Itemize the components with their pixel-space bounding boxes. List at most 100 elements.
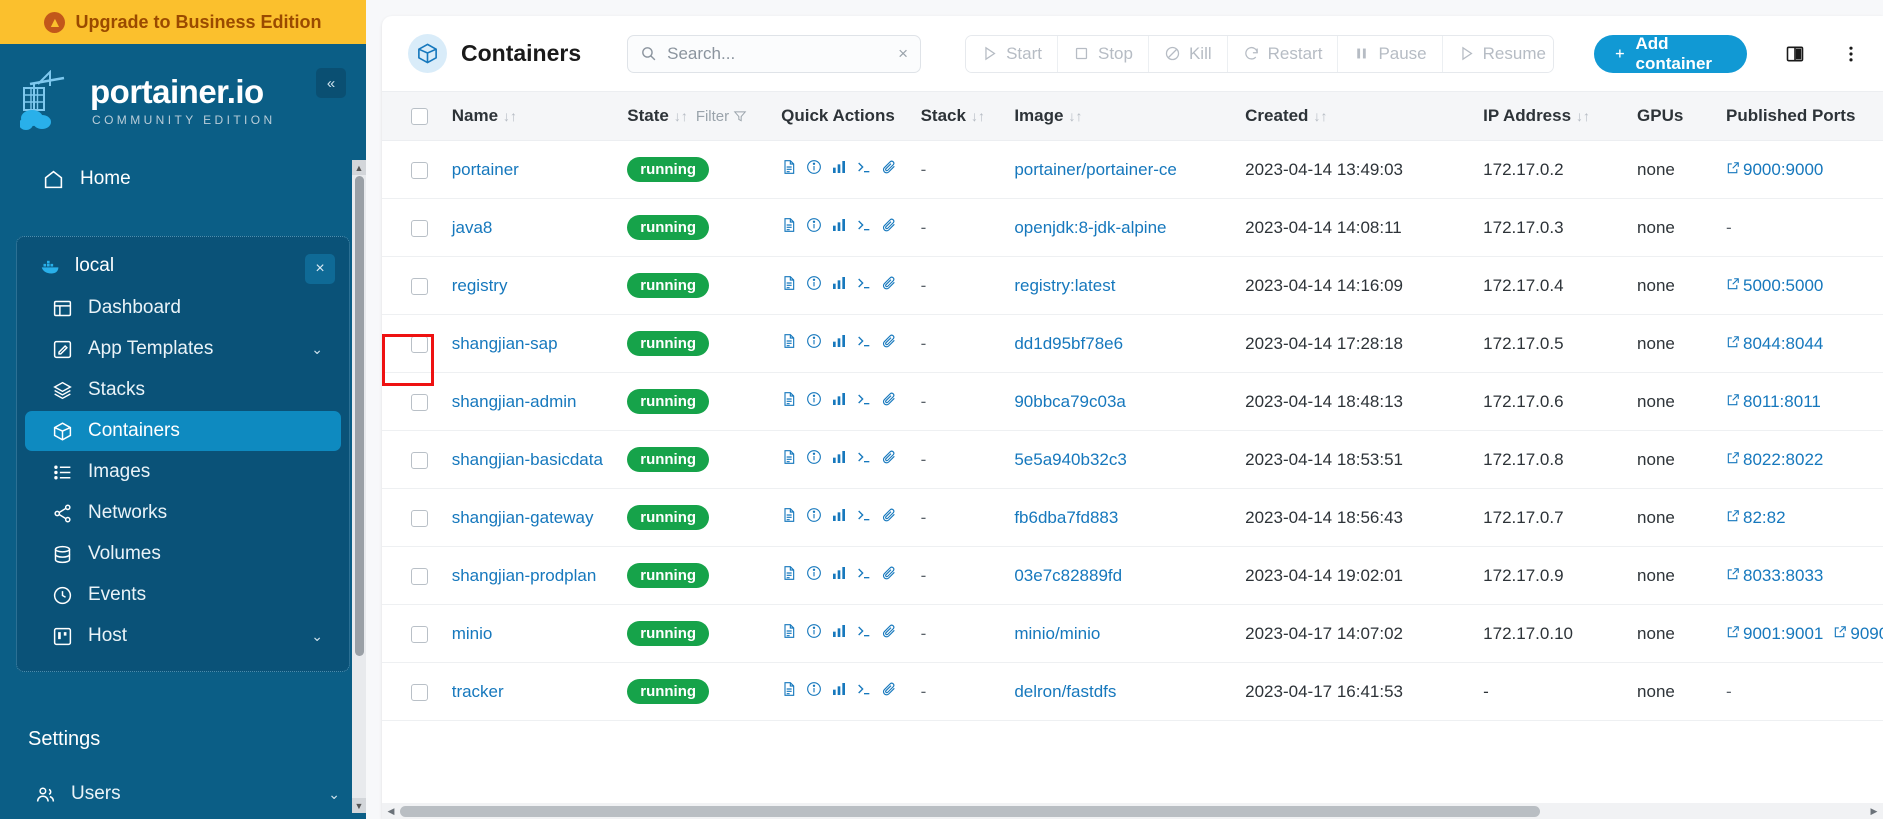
stats-icon[interactable] — [831, 507, 847, 528]
table-row[interactable]: trackerrunning-delron/fastdfs2023-04-17 … — [382, 663, 1883, 721]
attach-icon[interactable] — [881, 217, 897, 238]
select-all-checkbox[interactable] — [411, 108, 428, 125]
published-port-link[interactable]: 82:82 — [1726, 508, 1786, 528]
published-port-link[interactable]: 8033:8033 — [1726, 566, 1823, 586]
chevron-down-icon[interactable]: ⌄ — [311, 628, 323, 645]
image-link[interactable]: fb6dba7fd883 — [1014, 508, 1118, 527]
column-header-state[interactable]: State↓↑Filter — [627, 92, 781, 141]
row-checkbox[interactable] — [411, 162, 428, 179]
state-filter-label[interactable]: Filter — [696, 108, 729, 125]
column-header-name[interactable]: Name↓↑ — [452, 92, 628, 141]
published-port-link[interactable]: 8044:8044 — [1726, 334, 1823, 354]
filter-icon[interactable] — [733, 109, 747, 123]
logs-icon[interactable] — [781, 159, 797, 180]
sort-icon[interactable]: ↓↑ — [1068, 108, 1082, 124]
logs-icon[interactable] — [781, 565, 797, 586]
upgrade-banner[interactable]: ▲ Upgrade to Business Edition — [0, 0, 366, 44]
table-row[interactable]: portainerrunning-portainer/portainer-ce2… — [382, 141, 1883, 199]
published-port-link[interactable]: 9090:9090 — [1833, 624, 1883, 644]
scroll-up-arrow-icon[interactable]: ▲ — [352, 160, 366, 175]
stats-icon[interactable] — [831, 275, 847, 296]
table-row[interactable]: shangjian-prodplanrunning-03e7c82889fd20… — [382, 547, 1883, 605]
container-name-link[interactable]: shangjian-prodplan — [452, 566, 597, 585]
stats-icon[interactable] — [831, 391, 847, 412]
logs-icon[interactable] — [781, 507, 797, 528]
container-name-link[interactable]: registry — [452, 276, 508, 295]
stats-icon[interactable] — [831, 333, 847, 354]
container-name-link[interactable]: shangjian-admin — [452, 392, 577, 411]
inspect-icon[interactable] — [806, 275, 822, 296]
inspect-icon[interactable] — [806, 565, 822, 586]
row-checkbox[interactable] — [411, 452, 428, 469]
image-link[interactable]: 5e5a940b32c3 — [1014, 450, 1127, 469]
logs-icon[interactable] — [781, 391, 797, 412]
published-port-link[interactable]: 9000:9000 — [1726, 160, 1823, 180]
pause-button[interactable]: Pause — [1338, 36, 1442, 72]
sidebar-item-host[interactable]: Host ⌄ — [25, 616, 341, 656]
row-checkbox[interactable] — [411, 336, 428, 353]
inspect-icon[interactable] — [806, 623, 822, 644]
logs-icon[interactable] — [781, 681, 797, 702]
logs-icon[interactable] — [781, 333, 797, 354]
sidebar-item-users[interactable]: Users ⌄ — [8, 774, 358, 814]
console-icon[interactable] — [856, 449, 872, 470]
attach-icon[interactable] — [881, 159, 897, 180]
add-container-button[interactable]: Add container — [1594, 35, 1747, 73]
image-link[interactable]: registry:latest — [1014, 276, 1115, 295]
sidebar-item-home[interactable]: Home — [14, 158, 352, 200]
logs-icon[interactable] — [781, 217, 797, 238]
attach-icon[interactable] — [881, 565, 897, 586]
sidebar-scroll-thumb[interactable] — [355, 176, 364, 656]
search-input[interactable] — [667, 44, 888, 64]
sidebar-item-networks[interactable]: Networks — [25, 493, 341, 533]
kebab-menu-icon[interactable] — [1841, 44, 1861, 64]
console-icon[interactable] — [856, 217, 872, 238]
horizontal-scroll-thumb[interactable] — [400, 806, 1540, 817]
container-name-link[interactable]: shangjian-gateway — [452, 508, 594, 527]
column-header-image[interactable]: Image↓↑ — [1014, 92, 1245, 141]
container-name-link[interactable]: shangjian-sap — [452, 334, 558, 353]
scroll-down-arrow-icon[interactable]: ▼ — [352, 798, 366, 813]
published-port-link[interactable]: 5000:5000 — [1726, 276, 1823, 296]
scroll-right-arrow-icon[interactable]: ▶ — [1865, 803, 1883, 819]
inspect-icon[interactable] — [806, 507, 822, 528]
inspect-icon[interactable] — [806, 449, 822, 470]
environment-header[interactable]: local × — [17, 245, 349, 287]
console-icon[interactable] — [856, 333, 872, 354]
container-name-link[interactable]: portainer — [452, 160, 519, 179]
image-link[interactable]: openjdk:8-jdk-alpine — [1014, 218, 1166, 237]
sidebar-item-app-templates[interactable]: App Templates ⌄ — [25, 329, 341, 369]
console-icon[interactable] — [856, 507, 872, 528]
attach-icon[interactable] — [881, 333, 897, 354]
stats-icon[interactable] — [831, 217, 847, 238]
published-port-link[interactable]: 8011:8011 — [1726, 392, 1821, 412]
sort-icon[interactable]: ↓↑ — [1313, 108, 1327, 124]
sidebar-item-images[interactable]: Images — [25, 452, 341, 492]
inspect-icon[interactable] — [806, 159, 822, 180]
inspect-icon[interactable] — [806, 333, 822, 354]
sidebar-collapse-button[interactable]: « — [316, 68, 346, 98]
sidebar-scrollbar[interactable]: ▲ ▼ — [352, 160, 366, 813]
attach-icon[interactable] — [881, 391, 897, 412]
attach-icon[interactable] — [881, 623, 897, 644]
row-checkbox[interactable] — [411, 626, 428, 643]
console-icon[interactable] — [856, 623, 872, 644]
console-icon[interactable] — [856, 565, 872, 586]
stats-icon[interactable] — [831, 681, 847, 702]
console-icon[interactable] — [856, 681, 872, 702]
resume-button[interactable]: Resume — [1443, 36, 1554, 72]
attach-icon[interactable] — [881, 449, 897, 470]
row-checkbox[interactable] — [411, 510, 428, 527]
container-name-link[interactable]: java8 — [452, 218, 493, 237]
stats-icon[interactable] — [831, 449, 847, 470]
clear-search-button[interactable]: × — [898, 44, 908, 64]
attach-icon[interactable] — [881, 681, 897, 702]
chevron-down-icon[interactable]: ⌄ — [328, 786, 340, 803]
stats-icon[interactable] — [831, 159, 847, 180]
console-icon[interactable] — [856, 159, 872, 180]
sort-icon[interactable]: ↓↑ — [503, 108, 517, 124]
stop-button[interactable]: Stop — [1058, 36, 1149, 72]
brand-logo[interactable]: portainer.io COMMUNITY EDITION — [0, 44, 366, 152]
image-link[interactable]: minio/minio — [1014, 624, 1100, 643]
logs-icon[interactable] — [781, 623, 797, 644]
